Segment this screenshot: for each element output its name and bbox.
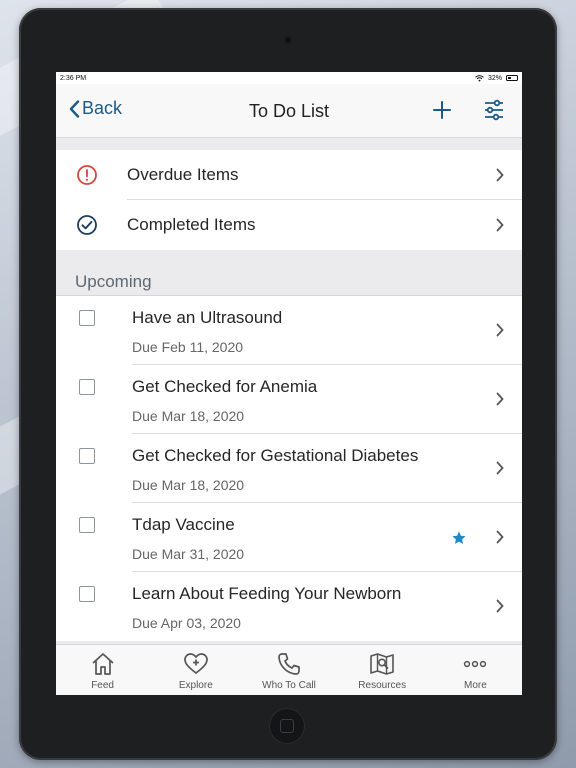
quick-links-list: Overdue Items Completed Items: [56, 150, 522, 250]
wifi-icon: [475, 74, 484, 81]
check-circle-icon: [77, 215, 97, 235]
task-title: Learn About Feeding Your Newborn: [132, 584, 402, 603]
task-checkbox[interactable]: [79, 379, 95, 395]
task-row[interactable]: Have an Ultrasound Due Feb 11, 2020: [56, 296, 522, 365]
more-dots-icon: [464, 660, 487, 668]
chevron-right-icon: [496, 323, 504, 337]
task-title: Get Checked for Anemia: [132, 377, 318, 396]
add-task-button[interactable]: [432, 100, 452, 125]
task-due-date: Due Mar 18, 2020: [132, 477, 245, 493]
task-checkbox[interactable]: [79, 310, 95, 326]
tab-resources[interactable]: Resources: [336, 645, 429, 695]
star-icon[interactable]: [451, 530, 467, 546]
heart-plus-icon: [183, 653, 208, 675]
task-row[interactable]: Get Checked for Anemia Due Mar 18, 2020: [56, 365, 522, 434]
task-title: Tdap Vaccine: [132, 515, 235, 534]
chevron-right-icon: [496, 530, 504, 544]
tab-explore[interactable]: Explore: [149, 645, 242, 695]
map-search-icon: [370, 653, 395, 675]
sliders-icon: [485, 99, 503, 121]
tab-bar: Feed Explore Who To Call Resources More: [56, 644, 522, 695]
overdue-items-label: Overdue Items: [127, 165, 239, 184]
plus-icon: [433, 101, 451, 119]
front-camera: [285, 37, 291, 43]
tab-label: Feed: [91, 680, 114, 691]
section-title: Upcoming: [75, 272, 152, 291]
task-checkbox[interactable]: [79, 517, 95, 533]
task-due-date: Due Mar 18, 2020: [132, 408, 245, 424]
chevron-right-icon: [496, 392, 504, 406]
chevron-right-icon: [496, 599, 504, 613]
chevron-right-icon: [496, 168, 504, 182]
task-checkbox[interactable]: [79, 448, 95, 464]
task-title: Have an Ultrasound: [132, 308, 283, 327]
task-due-date: Due Feb 11, 2020: [132, 339, 244, 355]
app-screen: 2:36 PM 32% Back To Do List Overdue Item…: [56, 72, 522, 695]
home-icon: [92, 653, 114, 675]
tab-label: Explore: [178, 680, 213, 691]
task-row[interactable]: Learn About Feeding Your Newborn Due Apr…: [56, 572, 522, 641]
task-due-date: Due Apr 03, 2020: [132, 615, 241, 631]
filter-button[interactable]: [483, 99, 505, 126]
completed-items-label: Completed Items: [127, 215, 256, 234]
chevron-right-icon: [496, 461, 504, 475]
upcoming-task-list: Have an Ultrasound Due Feb 11, 2020 Get …: [56, 296, 522, 641]
task-checkbox[interactable]: [79, 586, 95, 602]
home-button[interactable]: [269, 708, 305, 744]
upcoming-section-header: Upcoming: [56, 250, 522, 296]
navigation-bar: Back To Do List: [56, 84, 522, 138]
task-title: Get Checked for Gestational Diabetes: [132, 446, 419, 465]
task-due-date: Due Mar 31, 2020: [132, 546, 245, 562]
status-bar: 2:36 PM 32%: [56, 72, 522, 84]
tab-feed[interactable]: Feed: [56, 645, 149, 695]
tab-label: Who To Call: [262, 680, 316, 691]
page-title: To Do List: [248, 101, 330, 121]
alert-circle-icon: [77, 165, 97, 185]
phone-icon: [278, 653, 300, 675]
chevron-right-icon: [496, 218, 504, 232]
overdue-items-row[interactable]: Overdue Items: [56, 150, 522, 200]
completed-items-row[interactable]: Completed Items: [56, 200, 522, 250]
battery-percent: 32%: [487, 74, 502, 82]
tab-more[interactable]: More: [429, 645, 522, 695]
tab-who-to-call[interactable]: Who To Call: [242, 645, 335, 695]
tab-label: More: [464, 680, 487, 691]
status-time: 2:36 PM: [60, 74, 87, 82]
tab-label: Resources: [358, 680, 407, 691]
task-row[interactable]: Tdap Vaccine Due Mar 31, 2020: [56, 503, 522, 572]
battery-icon: [506, 75, 518, 81]
task-row[interactable]: Get Checked for Gestational Diabetes Due…: [56, 434, 522, 503]
